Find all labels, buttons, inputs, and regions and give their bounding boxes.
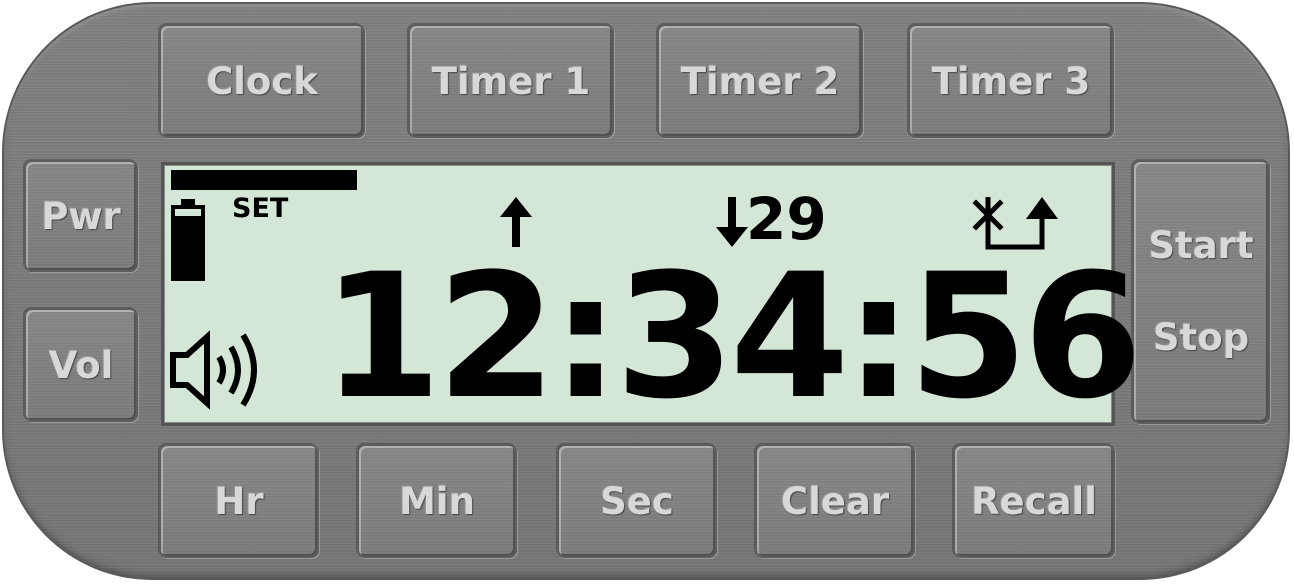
level-bar xyxy=(171,170,357,190)
start-label: Start xyxy=(1148,224,1254,267)
power-button[interactable]: Pwr xyxy=(24,160,138,272)
minute-button[interactable]: Min xyxy=(357,444,517,558)
timer-2-button[interactable]: Timer 2 xyxy=(657,24,863,138)
stop-label: Stop xyxy=(1152,316,1250,359)
timer-1-button[interactable]: Timer 1 xyxy=(408,24,614,138)
timer-3-button[interactable]: Timer 3 xyxy=(908,24,1114,138)
start-stop-button[interactable]: Start Stop xyxy=(1132,160,1270,424)
lcd-display: SET 29 12:34:56 xyxy=(161,162,1143,437)
time-readout: 12:34:56 xyxy=(322,236,1143,437)
hour-button[interactable]: Hr xyxy=(159,444,319,558)
clock-button[interactable]: Clock xyxy=(159,24,365,138)
timer-device: Clock Timer 1 Timer 2 Timer 3 Pwr Vol St… xyxy=(2,2,1290,580)
recall-button[interactable]: Recall xyxy=(953,444,1115,558)
battery-icon xyxy=(171,199,205,281)
clear-button[interactable]: Clear xyxy=(755,444,915,558)
set-indicator: SET xyxy=(232,193,289,224)
volume-button[interactable]: Vol xyxy=(24,308,138,422)
second-button[interactable]: Sec xyxy=(557,444,717,558)
speaker-icon xyxy=(170,330,257,410)
